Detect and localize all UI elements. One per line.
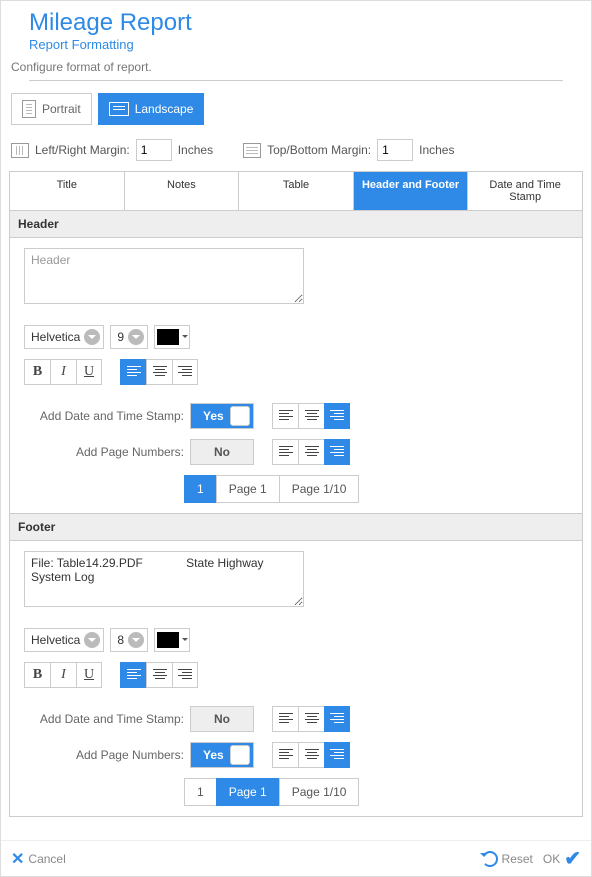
header-page-toggle[interactable]: No <box>190 439 254 465</box>
footer-dts-align-right-button[interactable] <box>324 706 350 732</box>
footer-page-format-page1[interactable]: Page 1 <box>216 778 279 806</box>
header-dts-align-right-button[interactable] <box>324 403 350 429</box>
tb-margin-input[interactable] <box>377 139 413 161</box>
lr-margin-icon <box>11 143 29 158</box>
header-font-select[interactable]: Helvetica <box>24 325 104 349</box>
footer-font-value: Helvetica <box>31 633 80 647</box>
footer-dts-toggle[interactable]: No <box>190 706 254 732</box>
header-page-align-right-button[interactable] <box>324 439 350 465</box>
footer-page-toggle[interactable]: Yes <box>190 742 254 768</box>
tab-table[interactable]: Table <box>239 172 354 210</box>
header-size-value: 9 <box>117 330 124 344</box>
footer-align-left-button[interactable] <box>120 662 146 688</box>
footer-italic-button[interactable]: I <box>50 662 76 688</box>
header-page-align-left-button[interactable] <box>272 439 298 465</box>
header-align-left-button[interactable] <box>120 359 146 385</box>
caret-down-icon <box>181 325 189 349</box>
tb-units-label: Inches <box>419 143 454 157</box>
footer-text-input[interactable] <box>24 551 304 607</box>
footer-dts-toggle-value: No <box>214 712 230 726</box>
footer-add-dts-label: Add Date and Time Stamp: <box>24 712 184 726</box>
reset-label: Reset <box>502 852 533 866</box>
tb-margin-label: Top/Bottom Margin: <box>267 143 371 157</box>
header-page-format-1[interactable]: 1 <box>184 475 216 503</box>
portrait-page-icon <box>22 100 36 118</box>
landscape-label: Landscape <box>135 102 194 116</box>
header-align-right-button[interactable] <box>172 359 198 385</box>
tab-title[interactable]: Title <box>10 172 125 210</box>
footer-size-select[interactable]: 8 <box>110 628 148 652</box>
header-page-align-center-button[interactable] <box>298 439 324 465</box>
footer-align-center-button[interactable] <box>146 662 172 688</box>
header-dts-align-left-button[interactable] <box>272 403 298 429</box>
footer-bold-button[interactable]: B <box>24 662 50 688</box>
portrait-label: Portrait <box>42 102 81 116</box>
header-add-dts-label: Add Date and Time Stamp: <box>24 409 184 423</box>
orientation-portrait-button[interactable]: Portrait <box>11 93 92 125</box>
footer-dts-align-center-button[interactable] <box>298 706 324 732</box>
tb-margin-icon <box>243 143 261 158</box>
page-description: Configure format of report. <box>11 60 583 74</box>
header-page-format-page1of10[interactable]: Page 1/10 <box>279 475 360 503</box>
footer-section-heading: Footer <box>10 514 582 541</box>
reset-button[interactable]: Reset <box>482 851 533 867</box>
orientation-landscape-button[interactable]: Landscape <box>98 93 205 125</box>
header-size-select[interactable]: 9 <box>110 325 148 349</box>
caret-down-icon <box>181 628 189 652</box>
tabs: Title Notes Table Header and Footer Date… <box>9 171 583 211</box>
header-underline-button[interactable]: U <box>76 359 102 385</box>
header-page-format-page1[interactable]: Page 1 <box>216 475 279 503</box>
lr-margin-label: Left/Right Margin: <box>35 143 130 157</box>
dropdown-arrow-icon <box>84 632 100 648</box>
toggle-knob <box>230 745 250 765</box>
lr-units-label: Inches <box>178 143 213 157</box>
check-icon: ✔ <box>564 846 581 871</box>
divider <box>29 80 563 81</box>
color-swatch-icon <box>157 632 179 648</box>
color-swatch-icon <box>157 329 179 345</box>
tab-notes[interactable]: Notes <box>125 172 240 210</box>
page-subtitle: Report Formatting <box>29 37 583 52</box>
footer-page-align-left-button[interactable] <box>272 742 298 768</box>
footer-dts-align-left-button[interactable] <box>272 706 298 732</box>
header-dts-toggle-value: Yes <box>203 409 224 423</box>
footer-add-page-label: Add Page Numbers: <box>24 748 184 762</box>
tab-date-time-stamp[interactable]: Date and Time Stamp <box>468 172 582 210</box>
footer-size-value: 8 <box>117 633 124 647</box>
dropdown-arrow-icon <box>128 632 144 648</box>
header-dts-align-center-button[interactable] <box>298 403 324 429</box>
header-align-center-button[interactable] <box>146 359 172 385</box>
reset-icon <box>482 851 498 867</box>
footer-font-select[interactable]: Helvetica <box>24 628 104 652</box>
footer-page-align-center-button[interactable] <box>298 742 324 768</box>
close-icon: ✕ <box>11 849 24 869</box>
cancel-label: Cancel <box>28 852 65 866</box>
header-text-input[interactable] <box>24 248 304 304</box>
footer-page-align-right-button[interactable] <box>324 742 350 768</box>
footer-color-picker[interactable] <box>154 628 190 652</box>
footer-page-toggle-value: Yes <box>203 748 224 762</box>
header-page-toggle-value: No <box>214 445 230 459</box>
tab-header-footer[interactable]: Header and Footer <box>354 172 469 210</box>
cancel-button[interactable]: ✕ Cancel <box>11 849 66 869</box>
header-add-page-label: Add Page Numbers: <box>24 445 184 459</box>
footer-page-format-1[interactable]: 1 <box>184 778 216 806</box>
header-bold-button[interactable]: B <box>24 359 50 385</box>
dropdown-arrow-icon <box>84 329 100 345</box>
page-title: Mileage Report <box>29 9 583 37</box>
ok-button[interactable]: OK ✔ <box>543 846 581 871</box>
landscape-page-icon <box>109 102 129 116</box>
lr-margin-input[interactable] <box>136 139 172 161</box>
toggle-knob <box>230 406 250 426</box>
ok-label: OK <box>543 852 560 866</box>
header-dts-toggle[interactable]: Yes <box>190 403 254 429</box>
footer-align-right-button[interactable] <box>172 662 198 688</box>
header-color-picker[interactable] <box>154 325 190 349</box>
header-font-value: Helvetica <box>31 330 80 344</box>
header-italic-button[interactable]: I <box>50 359 76 385</box>
dropdown-arrow-icon <box>128 329 144 345</box>
footer-underline-button[interactable]: U <box>76 662 102 688</box>
footer-page-format-page1of10[interactable]: Page 1/10 <box>279 778 360 806</box>
header-section-heading: Header <box>10 211 582 238</box>
